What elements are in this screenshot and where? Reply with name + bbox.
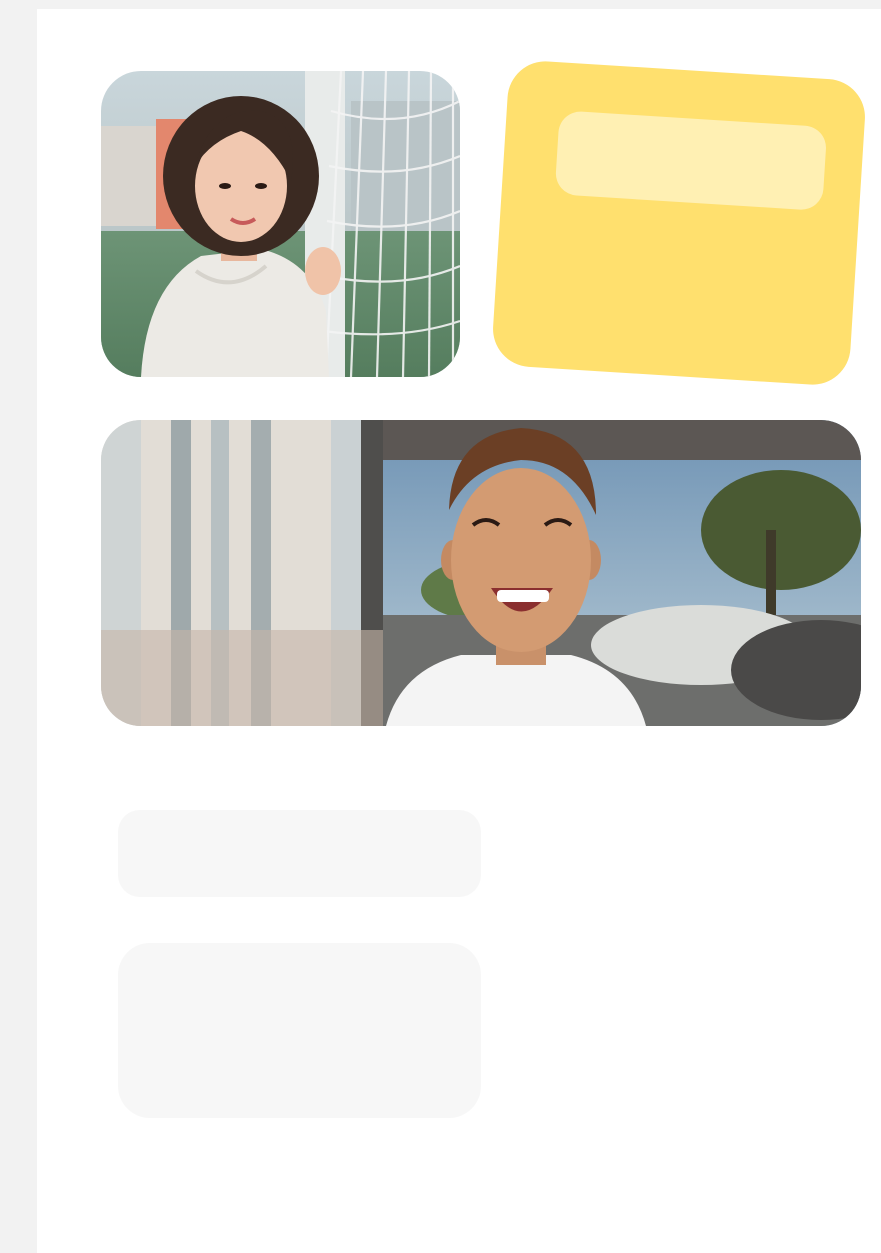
sticky-note-card[interactable] (490, 59, 868, 387)
photo-woman-by-goal-net[interactable] (101, 71, 460, 377)
page-canvas (37, 9, 881, 1253)
photo-laughing-boy[interactable] (101, 420, 861, 726)
sticky-note-field[interactable] (554, 110, 828, 211)
placeholder-block-tall (118, 943, 481, 1118)
placeholder-block-short (118, 810, 481, 897)
photo-woman-image (101, 71, 460, 377)
photo-boy-image (101, 420, 861, 726)
